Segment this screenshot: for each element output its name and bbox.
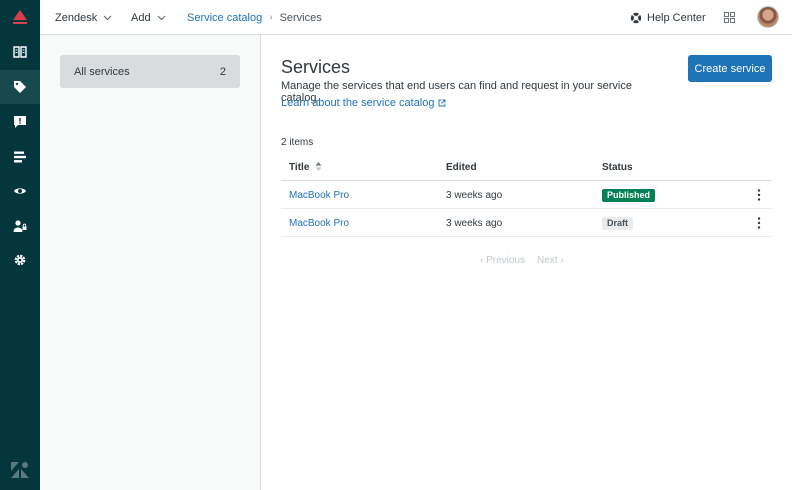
sidebar-item-label: All services xyxy=(74,65,130,78)
services-table: Title Edited Status MacBook Pro 3 weeks … xyxy=(281,155,772,237)
table-header: Title Edited Status xyxy=(281,155,772,181)
nav-guide-icon[interactable] xyxy=(0,35,40,69)
zendesk-z-icon xyxy=(11,462,29,478)
external-link-icon xyxy=(438,99,445,107)
product-menu[interactable]: Zendesk xyxy=(55,0,112,35)
next-page-button[interactable]: Next › xyxy=(537,255,564,266)
service-title-link[interactable]: MacBook Pro xyxy=(289,190,349,201)
nav-user-permissions-icon[interactable] xyxy=(0,209,40,243)
column-header-title[interactable]: Title xyxy=(289,162,322,173)
item-count: 2 items xyxy=(281,137,314,148)
help-center-link[interactable]: Help Center xyxy=(630,0,706,35)
add-menu-label: Add xyxy=(131,11,151,24)
chevron-down-icon xyxy=(103,15,112,20)
speech-alert-icon xyxy=(14,116,26,128)
chevron-down-icon xyxy=(157,15,166,20)
breadcrumb-service-catalog[interactable]: Service catalog xyxy=(187,12,262,24)
user-avatar[interactable] xyxy=(757,6,779,28)
breadcrumb-current: Services xyxy=(279,11,322,24)
previous-label: Previous xyxy=(486,255,526,266)
nav-arrange-icon[interactable] xyxy=(0,140,40,174)
add-menu[interactable]: Add xyxy=(131,0,166,35)
column-header-status: Status xyxy=(602,162,633,173)
status-badge: Published xyxy=(602,189,656,202)
sidebar-item-all-services[interactable]: All services 2 xyxy=(60,55,240,88)
pagination: ‹ Previous Next › xyxy=(480,255,564,266)
edited-time: 3 weeks ago xyxy=(446,190,503,201)
page-title: Services xyxy=(281,57,351,77)
product-menu-label: Zendesk xyxy=(55,11,98,24)
sidebar-item-count: 2 xyxy=(219,65,226,78)
gear-icon xyxy=(14,254,26,266)
learn-more-link[interactable]: Learn about the service catalog xyxy=(281,97,446,109)
zendesk-logo-icon[interactable] xyxy=(11,8,29,26)
nav-views-icon[interactable] xyxy=(0,174,40,208)
learn-more-label: Learn about the service catalog xyxy=(281,97,435,109)
nav-alerts-icon[interactable] xyxy=(0,105,40,139)
more-options-icon[interactable] xyxy=(753,216,765,230)
side-panel: All services 2 xyxy=(40,35,261,490)
edited-time: 3 weeks ago xyxy=(446,218,503,229)
column-header-edited: Edited xyxy=(446,162,477,173)
help-center-label: Help Center xyxy=(647,11,706,24)
nav-service-catalog-icon[interactable] xyxy=(0,70,40,104)
top-bar: Zendesk Add Service catalog › Services H… xyxy=(40,0,792,35)
next-label: Next xyxy=(537,255,558,266)
book-icon xyxy=(13,46,27,58)
column-header-title-label: Title xyxy=(289,162,310,173)
sort-icon xyxy=(315,162,322,171)
breadcrumb: Service catalog › Services xyxy=(187,0,322,35)
apps-grid-icon[interactable] xyxy=(724,12,735,23)
left-rail xyxy=(0,0,40,490)
nav-settings-icon[interactable] xyxy=(0,243,40,277)
service-title-link[interactable]: MacBook Pro xyxy=(289,218,349,229)
previous-page-button[interactable]: ‹ Previous xyxy=(480,255,525,266)
tag-icon xyxy=(14,81,26,93)
eye-icon xyxy=(14,188,26,194)
breadcrumb-separator: › xyxy=(269,12,273,23)
user-lock-icon xyxy=(13,220,27,232)
more-options-icon[interactable] xyxy=(753,188,765,202)
status-badge: Draft xyxy=(602,217,634,230)
stacked-bars-icon xyxy=(14,151,26,163)
table-row: MacBook Pro 3 weeks ago Published xyxy=(281,181,772,209)
create-service-button[interactable]: Create service xyxy=(688,55,772,82)
table-row: MacBook Pro 3 weeks ago Draft xyxy=(281,209,772,237)
lifebuoy-icon xyxy=(630,12,642,23)
